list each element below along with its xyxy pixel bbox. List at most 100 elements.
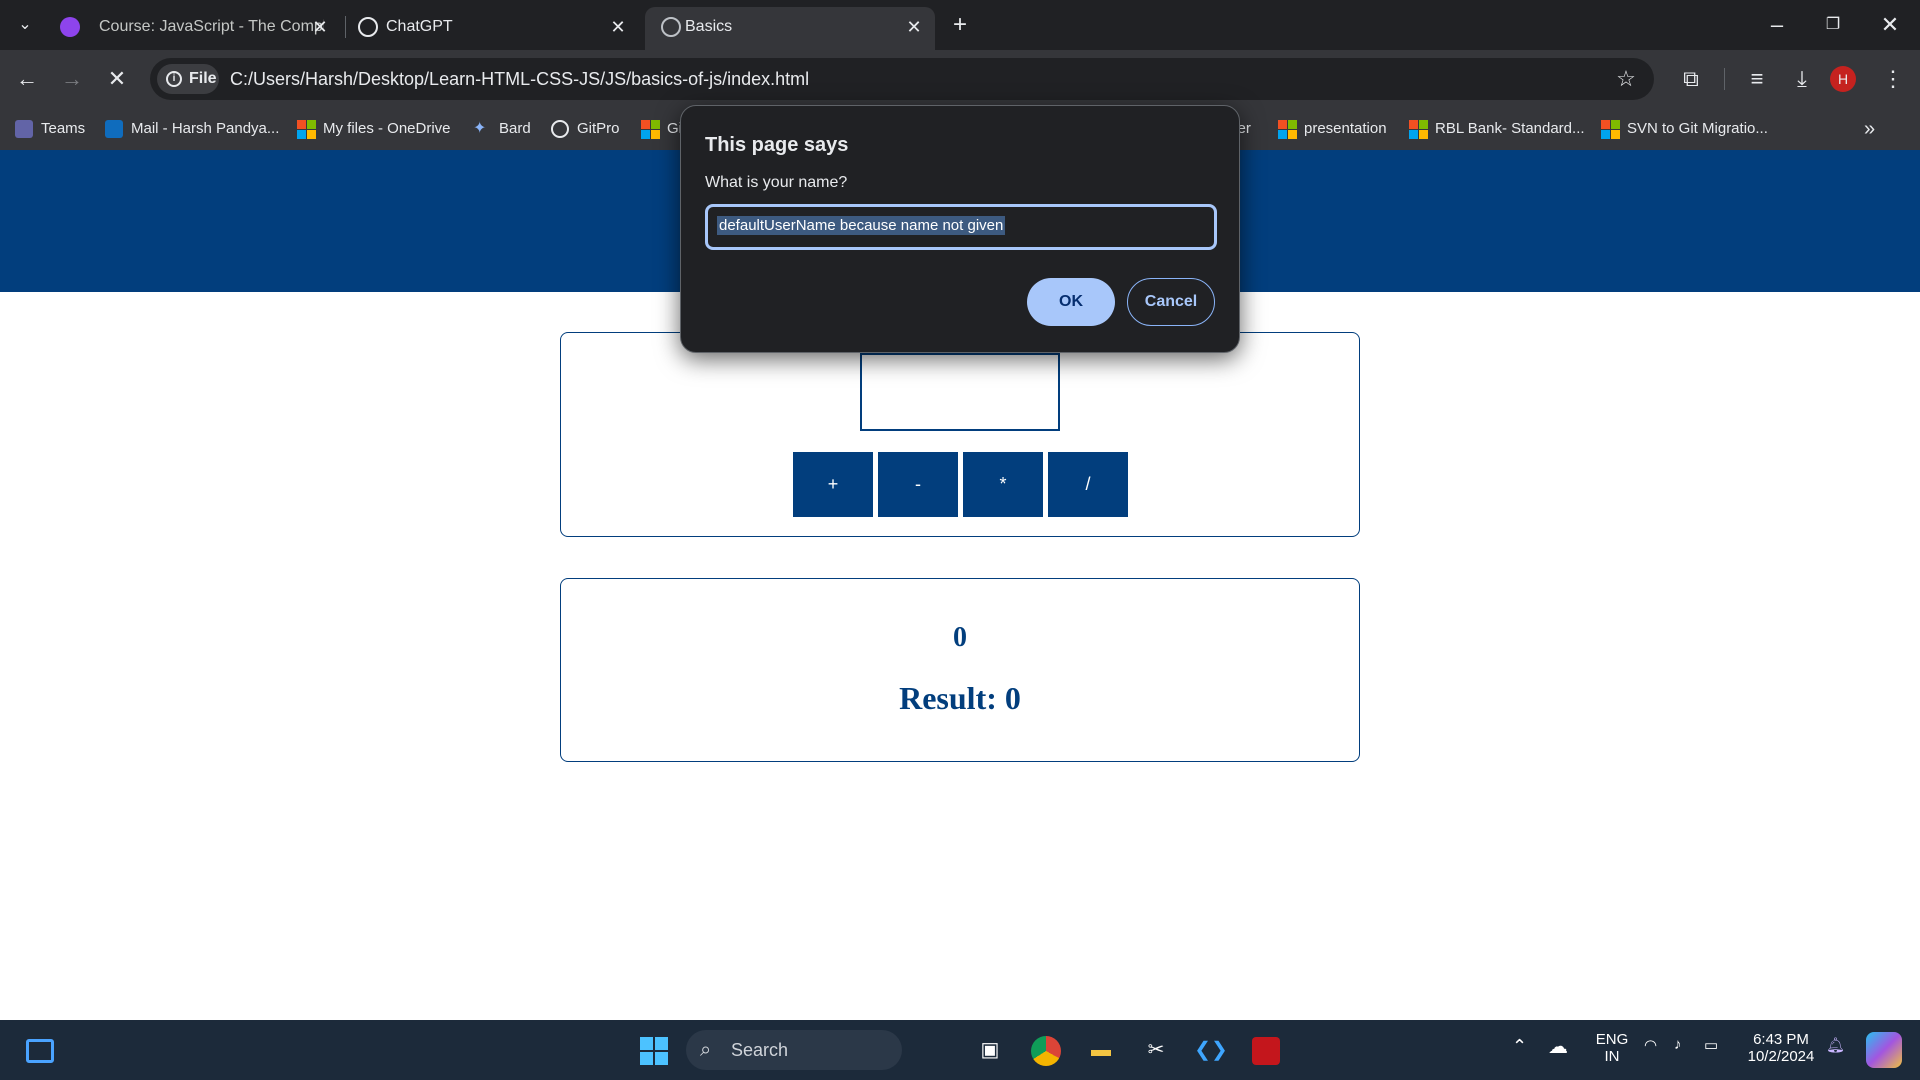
dialog-title: This page says — [705, 134, 849, 156]
restore-window-icon[interactable]: ❐ — [1816, 8, 1850, 42]
more-bookmarks-icon[interactable]: » — [1864, 118, 1875, 140]
subtract-button[interactable]: - — [878, 452, 958, 517]
bookmark-label: presentation — [1304, 120, 1387, 137]
prompt-dialog: This page says What is your name? defaul… — [680, 105, 1240, 353]
show-hidden-icons-icon[interactable]: ⌃ — [1512, 1036, 1527, 1057]
prompt-input-value: defaultUserName because name not given — [717, 216, 1006, 235]
microsoft-logo-icon — [1601, 120, 1620, 139]
bookmark-mail[interactable]: Mail - Harsh Pandya... — [105, 118, 279, 140]
tab-basics[interactable]: Basics ✕ — [645, 7, 935, 50]
toolbar-separator — [1724, 68, 1725, 90]
divide-button[interactable]: / — [1048, 452, 1128, 517]
bard-sparkle-icon: ✦ — [473, 120, 487, 137]
vscode-icon[interactable]: ❮❯ — [1191, 1030, 1231, 1070]
bookmark-presentation[interactable]: presentation — [1278, 118, 1387, 140]
taskbar: ⌕ Search ▣ ▬ ✂ ❮❯ ⌃ ☁ ENG IN ◠ ♪ ▭ 6:43 … — [0, 1020, 1920, 1080]
ok-button[interactable]: OK — [1027, 278, 1115, 326]
region-code: IN — [1604, 1048, 1620, 1065]
taskbar-search[interactable]: ⌕ Search — [686, 1030, 902, 1070]
tab-javascript-course[interactable]: Course: JavaScript - The Compl ✕ — [44, 7, 344, 50]
bookmark-label: Mail - Harsh Pandya... — [131, 120, 280, 137]
loading-spinner-icon — [661, 17, 681, 37]
tab-title: ChatGPT — [386, 18, 453, 35]
teams-icon — [15, 120, 33, 138]
widgets-icon[interactable] — [20, 1030, 60, 1070]
add-button[interactable]: + — [793, 452, 873, 517]
forward-icon[interactable]: → — [55, 62, 89, 96]
onedrive-cloud-icon[interactable]: ☁ — [1548, 1034, 1568, 1059]
close-tab-icon[interactable]: ✕ — [606, 15, 630, 39]
close-tab-icon[interactable]: ✕ — [902, 15, 926, 39]
tab-title: Basics — [685, 18, 733, 35]
chrome-icon[interactable] — [1026, 1030, 1066, 1070]
windows-start-icon[interactable] — [634, 1030, 674, 1070]
clock[interactable]: 6:43 PM 10/2/2024 — [1742, 1031, 1820, 1065]
globe-icon — [551, 120, 569, 138]
dialog-message: What is your name? — [705, 174, 848, 191]
bookmark-gi[interactable]: Gi — [641, 118, 682, 140]
microsoft-logo-icon — [1278, 120, 1297, 139]
wifi-icon[interactable]: ◠ — [1644, 1036, 1657, 1054]
address-bar[interactable]: i File C:/Users/Harsh/Desktop/Learn-HTML… — [150, 58, 1654, 100]
site-info-chip[interactable]: i File — [157, 64, 219, 94]
volume-icon[interactable]: ♪ — [1674, 1036, 1682, 1053]
downloads-icon[interactable]: ⤓ — [1785, 62, 1819, 96]
stop-loading-icon[interactable]: ✕ — [100, 62, 134, 96]
clock-time: 6:43 PM — [1753, 1031, 1809, 1048]
snipping-tool-icon[interactable]: ✂ — [1136, 1030, 1176, 1070]
bookmark-bard[interactable]: ✦ Bard — [473, 118, 531, 140]
tab-search-dropdown-icon[interactable]: ⌄ — [8, 8, 42, 42]
chatgpt-favicon-icon — [358, 17, 378, 37]
copilot-icon[interactable] — [1866, 1032, 1902, 1068]
task-view-icon[interactable]: ▣ — [970, 1030, 1010, 1070]
clock-date: 10/2/2024 — [1747, 1048, 1815, 1065]
udemy-favicon-icon — [60, 17, 80, 37]
language-code: ENG — [1595, 1031, 1629, 1048]
new-tab-icon[interactable]: + — [943, 8, 977, 42]
media-controls-icon[interactable]: ≡ — [1740, 62, 1774, 96]
bookmark-label: My files - OneDrive — [323, 120, 451, 137]
minimize-icon[interactable]: – — [1760, 8, 1794, 42]
bookmark-gitpro[interactable]: GitPro — [551, 118, 620, 140]
microsoft-logo-icon — [1409, 120, 1428, 139]
profile-avatar[interactable]: H — [1830, 66, 1856, 92]
info-icon: i — [166, 71, 182, 87]
bookmark-onedrive[interactable]: My files - OneDrive — [297, 118, 451, 140]
url-text[interactable]: C:/Users/Harsh/Desktop/Learn-HTML-CSS-JS… — [230, 69, 809, 90]
browser-toolbar: ← → ✕ i File C:/Users/Harsh/Desktop/Lear… — [0, 50, 1920, 108]
back-icon[interactable]: ← — [10, 62, 44, 96]
cancel-button[interactable]: Cancel — [1127, 278, 1215, 326]
tab-chatgpt[interactable]: ChatGPT ✕ — [342, 7, 642, 50]
multiply-button[interactable]: * — [963, 452, 1043, 517]
result-text: Result: 0 — [899, 680, 1021, 716]
microsoft-logo-icon — [297, 120, 316, 139]
bookmark-label: Teams — [41, 120, 86, 137]
notification-bell-icon[interactable]: 🔔︎ — [1826, 1036, 1845, 1054]
file-explorer-icon[interactable]: ▬ — [1081, 1030, 1121, 1070]
outlook-icon — [105, 120, 123, 138]
menu-kebab-icon[interactable]: ⋮ — [1876, 62, 1910, 96]
close-window-icon[interactable]: ✕ — [1873, 8, 1907, 42]
result-panel — [560, 578, 1360, 762]
bookmark-label: RBL Bank- Standard... — [1435, 120, 1585, 137]
close-tab-icon[interactable]: ✕ — [308, 15, 332, 39]
bookmark-rbl-bank[interactable]: RBL Bank- Standard... — [1409, 118, 1585, 140]
number-input[interactable] — [860, 353, 1060, 431]
acrobat-icon[interactable] — [1246, 1030, 1286, 1070]
tab-strip: ⌄ Course: JavaScript - The Compl ✕ ChatG… — [0, 0, 1920, 50]
bookmark-label: Bard — [499, 120, 531, 137]
language-indicator[interactable]: ENG IN — [1592, 1031, 1632, 1065]
tab-title: Course: JavaScript - The Compl — [99, 18, 324, 35]
bookmark-teams[interactable]: Teams — [15, 118, 85, 140]
current-value: 0 — [953, 622, 967, 653]
bookmark-star-icon[interactable]: ☆ — [1609, 62, 1643, 96]
file-chip-label: File — [189, 70, 217, 87]
bookmark-svn-to-git[interactable]: SVN to Git Migratio... — [1601, 118, 1768, 140]
bookmark-label: SVN to Git Migratio... — [1627, 120, 1768, 137]
extensions-icon[interactable]: ⧉ — [1674, 62, 1708, 96]
search-icon: ⌕ — [700, 1039, 712, 1061]
battery-icon[interactable]: ▭ — [1704, 1036, 1718, 1054]
search-label: Search — [731, 1040, 789, 1060]
microsoft-logo-icon — [641, 120, 660, 139]
bookmark-label: GitPro — [577, 120, 620, 137]
